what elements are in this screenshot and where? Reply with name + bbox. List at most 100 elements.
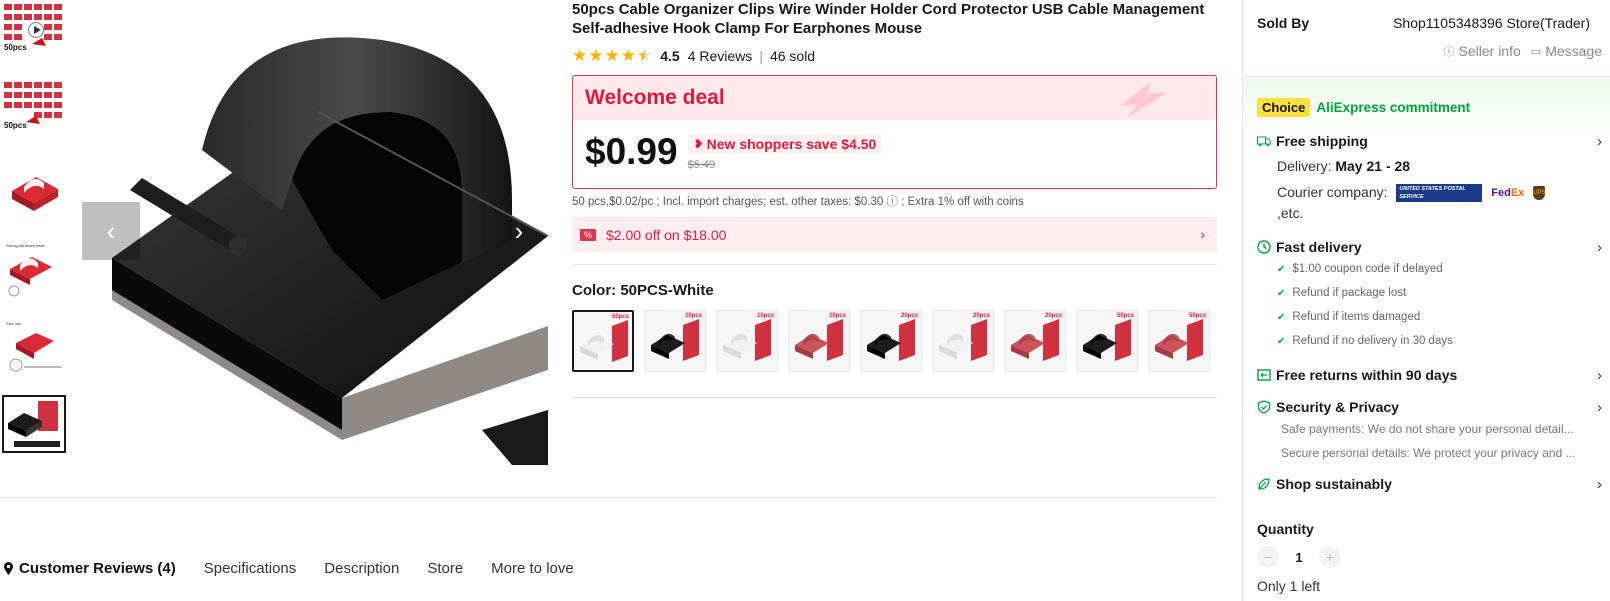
color-swatch[interactable]: 10pcs: [716, 310, 778, 372]
divider: [572, 397, 1217, 398]
free-shipping-title: Free shipping: [1276, 133, 1368, 149]
color-label: Color: 50PCS-White: [572, 282, 714, 299]
fast-delivery-item-text: Refund if items damaged: [1292, 311, 1421, 323]
product-info: 50pcs Cable Organizer Clips Wire Winder …: [572, 0, 1217, 398]
security-title: Security & Privacy: [1276, 399, 1399, 415]
play-icon[interactable]: [28, 22, 44, 38]
color-swatch[interactable]: 50pcs: [1076, 310, 1138, 372]
delivery-date: May 21 - 28: [1335, 158, 1411, 174]
courier-label: Courier company:: [1277, 184, 1388, 200]
thumbnail-3[interactable]: [2, 163, 66, 221]
color-swatch[interactable]: 20pcs: [860, 310, 922, 372]
color-swatch[interactable]: 10pcs: [644, 310, 706, 372]
deal-title: Welcome deal: [585, 86, 725, 109]
color-swatch[interactable]: 50pcs: [572, 310, 634, 372]
thumbnail-strip: 50pcs 50pcs Strong adhesive base Size in…: [0, 0, 68, 465]
fast-delivery-item-text: Refund if no delivery in 30 days: [1292, 335, 1453, 347]
courier-etc: ,etc.: [1277, 205, 1304, 221]
chevron-right-icon: ›: [1597, 133, 1602, 150]
color-swatch[interactable]: 10pcs: [788, 310, 850, 372]
clock-icon: [1257, 240, 1271, 254]
tab-store[interactable]: Store: [427, 560, 463, 577]
fast-delivery-title: Fast delivery: [1276, 239, 1362, 255]
store-name-link[interactable]: Shop1105348396 Store(Trader): [1393, 15, 1590, 31]
coupon-icon: %: [580, 228, 596, 241]
original-price: $5.49: [687, 159, 716, 171]
star-icon: ★: [604, 46, 620, 65]
thumbnail-badge: 50pcs: [4, 121, 27, 130]
chevron-right-icon: ›: [1597, 239, 1602, 256]
coupon-banner[interactable]: % $2.00 off on $18.00 ›: [572, 217, 1217, 252]
thumbnail-6-selected[interactable]: [2, 395, 66, 453]
new-shopper-badge: ❥ New shoppers save $4.50: [687, 134, 883, 154]
leaf-icon: [1258, 478, 1270, 490]
next-image-button[interactable]: ›: [490, 202, 548, 260]
chevron-right-icon: ›: [1200, 226, 1205, 242]
tab-label: Store: [427, 560, 464, 577]
purchase-panel: Sold By Shop1105348396 Store(Trader) ⓘ Se…: [1243, 0, 1610, 601]
message-label: Message: [1545, 43, 1602, 59]
fast-delivery-item: ✔ Refund if items damaged: [1277, 311, 1420, 323]
ups-logo: UPS: [1533, 186, 1546, 201]
truck-icon: [1257, 136, 1271, 147]
reviews-link[interactable]: 4 Reviews: [688, 48, 753, 64]
divider: |: [759, 48, 763, 64]
commitment-row: Choice AliExpress commitment: [1257, 98, 1470, 117]
thumbnail-4[interactable]: Strong adhesive base: [2, 241, 66, 299]
fast-delivery-row[interactable]: Fast delivery ›: [1257, 239, 1602, 256]
check-icon: ✔: [1277, 287, 1286, 299]
quantity-label: Quantity: [1257, 521, 1314, 537]
sold-by-label: Sold By: [1257, 15, 1310, 31]
half-star-icon: ★: [637, 46, 653, 65]
fast-delivery-item-text: Refund if package lost: [1292, 287, 1407, 299]
color-swatch[interactable]: 20pcs: [932, 310, 994, 372]
star-icon: ★: [588, 46, 604, 65]
delivery-line: Delivery: May 21 - 28: [1277, 158, 1410, 174]
security-privacy-row[interactable]: Security & Privacy ›: [1257, 399, 1602, 416]
prev-image-button[interactable]: ‹: [82, 202, 140, 260]
tab-specifications[interactable]: Specifications: [204, 560, 297, 577]
free-shipping-row[interactable]: Free shipping ›: [1257, 133, 1602, 150]
swatch-pack-label: 20pcs: [900, 313, 918, 319]
product-title: 50pcs Cable Organizer Clips Wire Winder …: [572, 1, 1205, 37]
bolt-icon: [1119, 82, 1167, 118]
increase-quantity-button[interactable]: +: [1319, 546, 1341, 568]
message-icon: ▭: [1530, 45, 1542, 58]
seller-info-link[interactable]: ⓘ Seller info: [1444, 43, 1521, 59]
message-link[interactable]: ▭ Message: [1531, 43, 1602, 59]
check-icon: ✔: [1277, 335, 1286, 347]
free-returns-title: Free returns within 90 days: [1276, 367, 1458, 383]
tab-description[interactable]: Description: [324, 560, 399, 577]
swatch-pack-label: 10pcs: [756, 313, 774, 319]
fedex-logo-ex: Ex: [1510, 187, 1525, 200]
free-returns-row[interactable]: Free returns within 90 days ›: [1257, 367, 1602, 384]
fast-delivery-item: ✔ $1.00 coupon code if delayed: [1277, 263, 1443, 275]
tax-note: 50 pcs,$0.02/pc ; Incl. import charges; …: [572, 196, 1024, 208]
tab-customer-reviews[interactable]: Customer Reviews (4): [4, 560, 176, 577]
info-icon: ⓘ: [1443, 46, 1455, 58]
tab-label: Description: [324, 560, 400, 577]
quantity-stepper: − 1 +: [1257, 546, 1341, 568]
thumbnail-5[interactable]: Size info: [2, 319, 66, 377]
color-swatch[interactable]: 50pcs: [1148, 310, 1210, 372]
swatch-pack-label: 10pcs: [828, 313, 846, 319]
swatch-pack-label: 20pcs: [972, 313, 990, 319]
thumbnail-1[interactable]: 50pcs: [2, 0, 66, 58]
swatch-pack-label: 50pcs: [1116, 313, 1134, 319]
shop-sustainably-row[interactable]: Shop sustainably ›: [1257, 476, 1602, 493]
pin-icon: [4, 562, 13, 575]
color-swatch[interactable]: 20pcs: [1004, 310, 1066, 372]
welcome-deal-box: Welcome deal $0.99 ❥ New shoppers save $…: [572, 75, 1217, 189]
coupon-text: $2.00 off on $18.00: [606, 226, 727, 243]
check-icon: ✔: [1277, 311, 1286, 323]
fedex-logo-fed: Fed: [1491, 187, 1511, 200]
security-item: Safe payments: We do not share your pers…: [1281, 422, 1574, 436]
tab-label: More to love: [491, 560, 574, 577]
choice-badge: Choice: [1257, 98, 1311, 117]
tab-more-to-love[interactable]: More to love: [491, 560, 574, 577]
thumbnail-2[interactable]: 50pcs: [2, 78, 66, 136]
tab-label: Customer Reviews (4): [19, 560, 176, 577]
decrease-quantity-button[interactable]: −: [1257, 546, 1279, 568]
quantity-input[interactable]: 1: [1279, 550, 1319, 565]
product-tabs: Customer Reviews (4) Specifications Desc…: [4, 560, 602, 577]
